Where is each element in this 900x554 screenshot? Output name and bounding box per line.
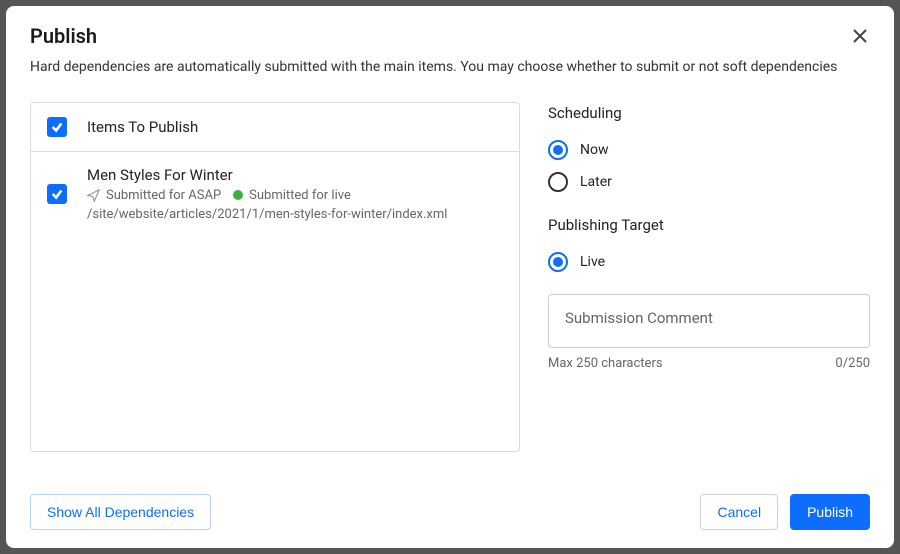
check-icon	[50, 187, 64, 201]
radio-icon	[548, 172, 568, 192]
select-all-checkbox[interactable]	[47, 117, 67, 137]
radio-label: Now	[580, 142, 609, 158]
item-title: Men Styles For Winter	[87, 166, 503, 184]
submitted-live-label: Submitted for live	[249, 188, 351, 203]
item-path: /site/website/articles/2021/1/men-styles…	[87, 207, 503, 222]
radio-icon	[548, 252, 568, 272]
item-meta: Submitted for ASAP Submitted for live	[87, 188, 503, 203]
dialog-header: Publish Hard dependencies are automatica…	[6, 6, 894, 84]
check-icon	[50, 120, 64, 134]
close-button[interactable]	[846, 22, 874, 50]
publish-dialog: Publish Hard dependencies are automatica…	[6, 6, 894, 548]
close-icon	[852, 28, 868, 44]
scheduling-option-later[interactable]: Later	[548, 166, 870, 198]
submitted-asap-label: Submitted for ASAP	[106, 188, 221, 203]
show-all-dependencies-button[interactable]: Show All Dependencies	[30, 494, 211, 530]
dialog-body: Items To Publish Men Styles For Winter S…	[6, 84, 894, 480]
items-panel: Items To Publish Men Styles For Winter S…	[30, 102, 520, 452]
radio-label: Later	[580, 174, 612, 190]
publishing-target-heading: Publishing Target	[548, 216, 870, 234]
publishing-target-group: Live	[548, 246, 870, 278]
dialog-subtitle: Hard dependencies are automatically subm…	[30, 58, 870, 78]
status-dot-icon	[233, 190, 243, 200]
item-checkbox[interactable]	[47, 184, 67, 204]
comment-footer: Max 250 characters 0/250	[548, 356, 870, 371]
dialog-footer: Show All Dependencies Cancel Publish	[6, 480, 894, 548]
cancel-button[interactable]: Cancel	[700, 494, 778, 530]
radio-label: Live	[580, 254, 605, 270]
publish-button[interactable]: Publish	[790, 494, 870, 530]
radio-icon	[548, 140, 568, 160]
list-item: Men Styles For Winter Submitted for ASAP…	[31, 152, 519, 236]
submission-comment-input[interactable]: Submission Comment	[548, 294, 870, 348]
dialog-title: Publish	[30, 24, 870, 48]
scheduling-heading: Scheduling	[548, 104, 870, 122]
scheduling-group: Now Later	[548, 134, 870, 198]
publishing-target-live[interactable]: Live	[548, 246, 870, 278]
comment-max-hint: Max 250 characters	[548, 356, 663, 371]
footer-right: Cancel Publish	[700, 494, 870, 530]
item-content: Men Styles For Winter Submitted for ASAP…	[87, 166, 503, 222]
scheduling-option-now[interactable]: Now	[548, 134, 870, 166]
options-panel: Scheduling Now Later Publishing Target L…	[548, 102, 870, 480]
items-header: Items To Publish	[31, 103, 519, 152]
items-header-label: Items To Publish	[87, 118, 198, 136]
paper-plane-icon	[87, 189, 100, 202]
comment-counter: 0/250	[835, 356, 870, 371]
